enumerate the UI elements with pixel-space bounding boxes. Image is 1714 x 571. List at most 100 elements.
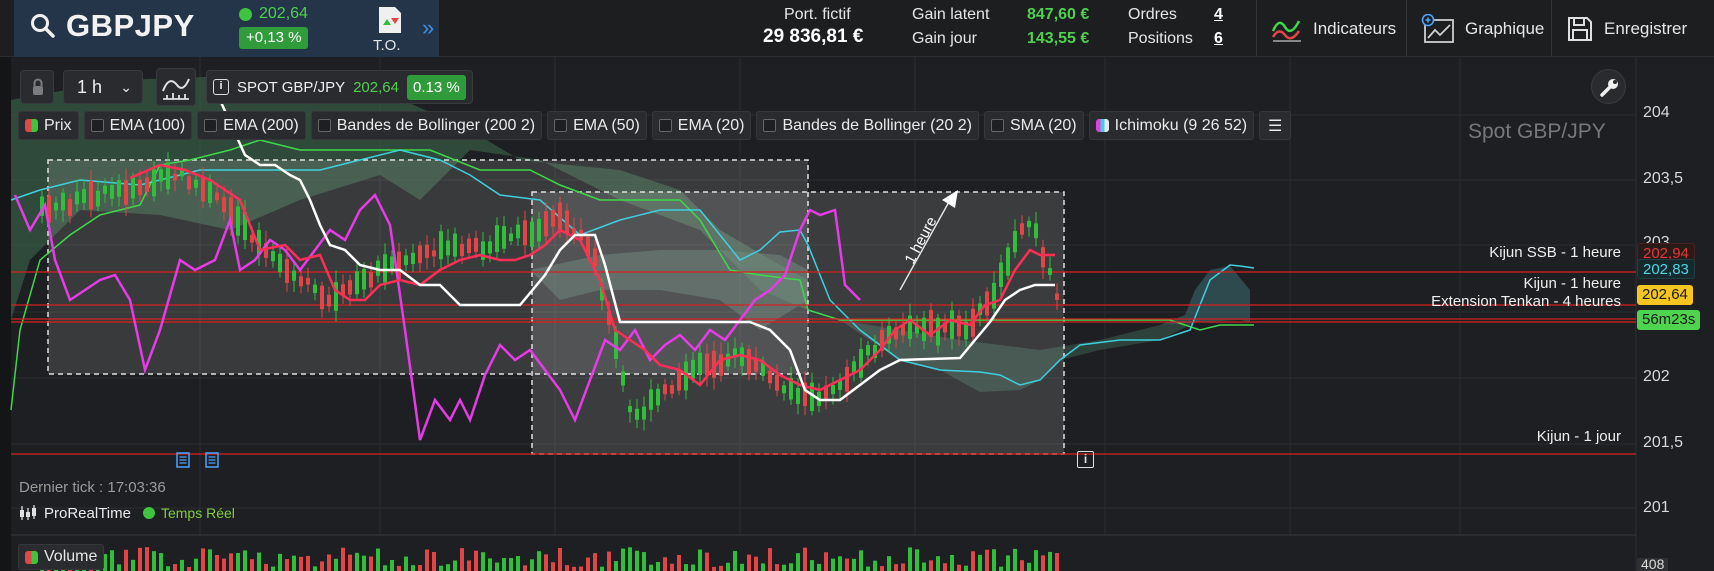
legend-item[interactable]: EMA (20) (651, 111, 752, 140)
indicators-button[interactable]: Indicateurs (1256, 0, 1406, 57)
gain-latent-value: 847,60 € (1027, 6, 1090, 23)
order-button[interactable]: T.O. (369, 3, 409, 54)
legend-label: EMA (50) (573, 116, 640, 134)
legend-label: Bandes de Bollinger (20 2) (782, 116, 972, 134)
legend-label: EMA (20) (677, 116, 745, 134)
legend-label: EMA (200) (223, 116, 299, 134)
symbol-name[interactable]: GBPJPY (66, 8, 195, 44)
portfolio-value: 29 836,81 € (763, 26, 864, 47)
save-label: Enregistrer (1604, 18, 1688, 38)
gain-jour-value: 143,55 € (1027, 30, 1090, 47)
y-axis-tick: 204 (1643, 104, 1670, 121)
drawing-tools-button[interactable] (156, 68, 196, 106)
lock-icon (33, 78, 43, 95)
change-badge: +0,13 % (239, 27, 309, 49)
brand: ProRealTime Temps Réel (18, 504, 235, 522)
top-bar: GBPJPY 202,64 +0,13 % T.O. » Port. ficti… (0, 0, 1714, 57)
legend-label: SMA (20) (1009, 116, 1077, 134)
legend-item[interactable]: Bandes de Bollinger (200 2) (310, 111, 543, 140)
chart-title: Spot GBP/JPY (1468, 120, 1606, 143)
double-chevron-right-icon[interactable]: » (422, 15, 434, 41)
legend-item[interactable]: Prix (18, 111, 79, 140)
orders-count-link[interactable]: 4 (1214, 6, 1223, 24)
legend-label: EMA (100) (109, 116, 186, 134)
volume-axis-tick: 408 (1637, 558, 1669, 571)
legend-checkbox[interactable] (317, 119, 331, 132)
timeframe-select[interactable]: 1 h ⌄ (63, 70, 143, 104)
realtime-label: Temps Réel (160, 505, 235, 521)
info-icon: i (213, 79, 229, 95)
positions-count-link[interactable]: 6 (1214, 30, 1223, 48)
brand-name: ProRealTime (44, 504, 131, 522)
chevron-down-icon: ⌄ (120, 79, 132, 95)
y-axis-tick: 201,5 (1643, 434, 1684, 451)
legend-item[interactable]: EMA (100) (83, 111, 193, 140)
legend-label: Bandes de Bollinger (200 2) (336, 116, 536, 134)
legend-checkbox[interactable] (658, 119, 672, 132)
symbol-panel[interactable]: GBPJPY 202,64 +0,13 % T.O. » (14, 0, 439, 57)
instrument-change: 0.13 % (406, 74, 466, 100)
last-price: 202,64 (259, 5, 308, 22)
legend-label: Prix (44, 116, 72, 134)
gain-jour-label: Gain jour (912, 30, 977, 47)
level-label: Kijun - 1 heure (1523, 275, 1621, 292)
legend-checkbox[interactable] (990, 119, 1004, 132)
save-icon (1568, 16, 1592, 41)
save-button[interactable]: Enregistrer (1551, 0, 1714, 57)
list-menu-icon[interactable]: ☰ (1259, 111, 1292, 140)
legend-checkbox[interactable] (90, 119, 104, 132)
volume-legend[interactable]: Volume (18, 544, 105, 570)
settings-button[interactable] (1591, 69, 1626, 104)
legend-item[interactable]: EMA (200) (197, 111, 306, 140)
candle-timer: 56m23s (1637, 310, 1701, 330)
legend-item[interactable]: SMA (20) (983, 111, 1084, 140)
instrument-price: 202,64 (353, 78, 399, 96)
realtime-dot (142, 507, 155, 519)
order-ticket-icon (379, 7, 401, 33)
legend-checkbox[interactable] (554, 119, 568, 132)
candles-icon (20, 505, 36, 520)
legend-checkbox[interactable] (1095, 119, 1109, 132)
instrument-name: SPOT GBP/JPY (237, 78, 346, 96)
legend-checkbox[interactable] (204, 119, 218, 132)
price-tag-kijun: 202,83 (1637, 259, 1695, 279)
indicators-label: Indicateurs (1313, 18, 1397, 38)
positions-label: Positions (1128, 30, 1193, 47)
info-icon[interactable]: i (1077, 451, 1094, 468)
legend-item[interactable]: Ichimoku (9 26 52) (1088, 111, 1255, 140)
note-icon[interactable] (176, 452, 190, 468)
instrument-info[interactable]: i SPOT GBP/JPY 202,64 0.13 % (206, 70, 473, 104)
legend-label: Ichimoku (9 26 52) (1114, 116, 1248, 134)
y-axis-tick: 202 (1643, 368, 1670, 385)
y-axis-tick: 203,5 (1643, 170, 1684, 187)
volume-color-swatch (25, 550, 38, 564)
portfolio-label: Port. fictif (784, 6, 851, 23)
volume-label-text: Volume (44, 548, 98, 565)
orders-label: Ordres (1128, 6, 1177, 23)
price-tag-last: 202,64 (1637, 285, 1693, 305)
add-chart-icon (1421, 13, 1454, 43)
graph-button[interactable]: Graphique (1406, 0, 1551, 57)
legend-checkbox[interactable] (763, 119, 777, 132)
wrench-icon (1600, 79, 1618, 97)
last-tick: Dernier tick : 17:03:36 (19, 479, 166, 496)
gain-latent-label: Gain latent (912, 6, 990, 23)
legend-item[interactable]: Bandes de Bollinger (20 2) (756, 111, 979, 140)
drawing-tools-icon (162, 78, 190, 100)
graph-label: Graphique (1465, 18, 1545, 38)
indicators-icon (1271, 19, 1301, 42)
legend-checkbox[interactable] (25, 119, 38, 132)
search-icon[interactable] (30, 13, 56, 39)
lock-button[interactable] (20, 70, 54, 104)
level-label: Extension Tenkan - 4 heures (1431, 293, 1621, 310)
level-label: Kijun - 1 jour (1536, 428, 1621, 445)
timeframe-value: 1 h (77, 77, 103, 97)
live-price-dot (239, 8, 252, 21)
legend-item[interactable]: EMA (50) (547, 111, 647, 140)
order-label: T.O. (373, 37, 401, 54)
y-axis-tick: 203 (1643, 234, 1670, 243)
indicator-legend: Prix EMA (100) EMA (200) Bandes de Bollinge… (18, 111, 1292, 141)
note-icon[interactable] (205, 452, 219, 468)
y-axis-tick: 201 (1643, 499, 1670, 516)
trading-app: GBPJPY 202,64 +0,13 % T.O. » Port. ficti… (0, 0, 1714, 571)
